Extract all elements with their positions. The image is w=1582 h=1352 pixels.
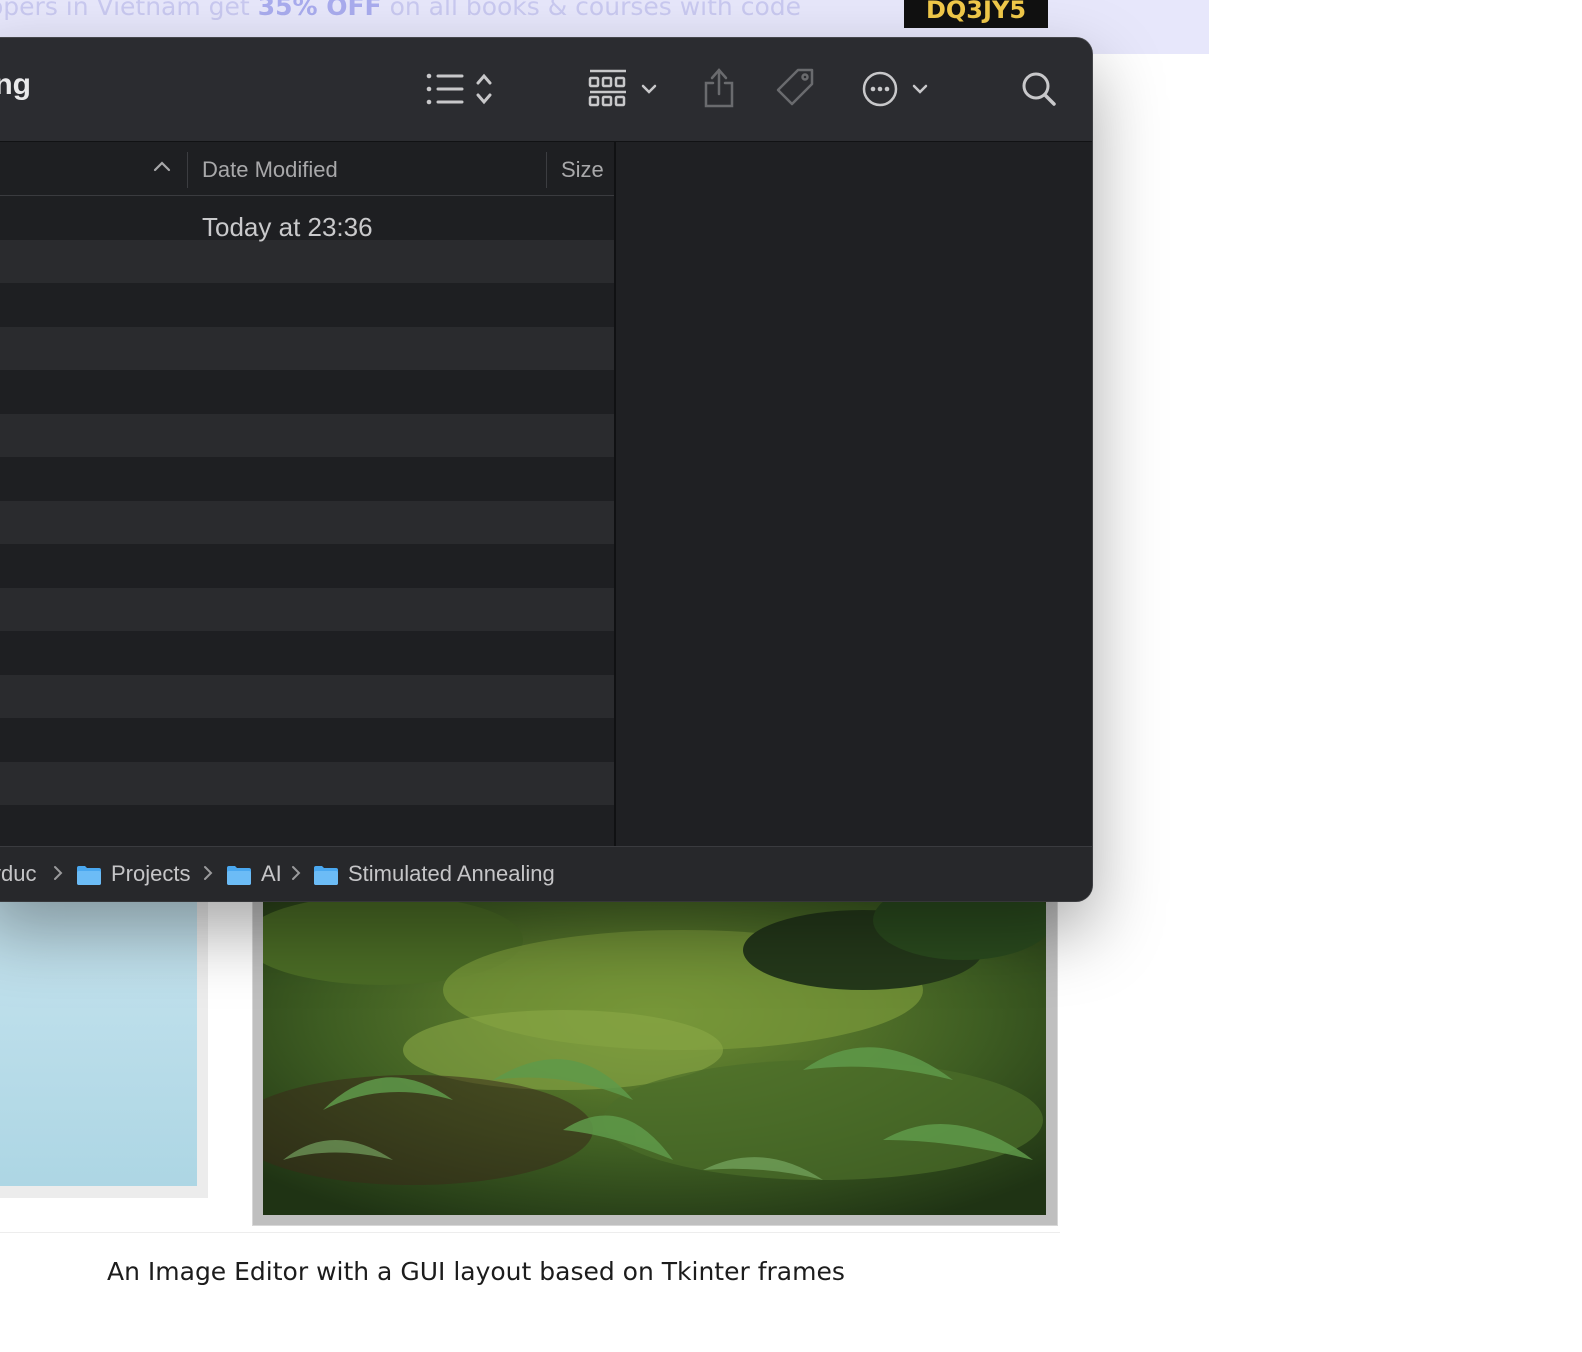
table-row <box>0 326 615 370</box>
search-icon[interactable] <box>1020 66 1060 112</box>
chevron-right-icon <box>291 864 301 887</box>
table-row <box>0 761 615 805</box>
table-row <box>0 805 615 846</box>
path-bar: yduc Projects AI Stimulated Annealing <box>0 846 1092 901</box>
folder-icon <box>313 864 339 891</box>
window-title: ing <box>0 68 31 101</box>
forest-image <box>263 880 1046 1215</box>
path-item-stimulated-annealing[interactable]: Stimulated Annealing <box>348 861 555 887</box>
path-item-ai[interactable]: AI <box>261 861 282 887</box>
finder-window[interactable]: ing <box>0 38 1092 901</box>
column-separator[interactable] <box>187 152 188 188</box>
table-row <box>0 239 615 283</box>
table-row <box>0 457 615 501</box>
column-size[interactable]: Size <box>561 157 604 183</box>
tag-icon[interactable] <box>774 66 818 112</box>
promo-highlight: 35% OFF <box>257 0 382 21</box>
table-row <box>0 500 615 544</box>
sort-ascending-icon[interactable] <box>152 158 172 179</box>
table-row <box>0 631 615 675</box>
caption-divider <box>0 1232 1060 1233</box>
grid-icon[interactable] <box>588 66 662 112</box>
column-header: Date Modified Size <box>0 142 615 196</box>
column-separator[interactable] <box>546 152 547 188</box>
table-row <box>0 544 615 588</box>
path-item-user[interactable]: yduc <box>0 861 36 887</box>
column-date-modified[interactable]: Date Modified <box>202 157 338 183</box>
share-icon[interactable] <box>702 66 736 112</box>
table-row <box>0 370 615 414</box>
folder-icon <box>226 864 252 891</box>
list-icon[interactable] <box>424 66 500 112</box>
promo-text: opers in Vietnam get 35% OFF on all book… <box>0 0 801 21</box>
table-row <box>0 718 615 762</box>
chevron-right-icon <box>53 864 63 887</box>
coupon-code[interactable]: DQ3JY5 <box>904 0 1048 28</box>
row-date-modified: Today at 23:36 <box>202 212 373 242</box>
image-caption: An Image Editor with a GUI layout based … <box>107 1257 845 1286</box>
ellipsis-circle-icon[interactable] <box>862 66 934 112</box>
folder-icon <box>76 864 102 891</box>
table-row <box>0 587 615 631</box>
table-row <box>0 283 615 327</box>
table-row <box>0 674 615 718</box>
screenshot-panel <box>0 880 197 1186</box>
table-row <box>0 413 615 457</box>
preview-pane <box>616 142 1092 846</box>
file-list[interactable]: Today at 23:36 <box>0 196 615 846</box>
path-item-projects[interactable]: Projects <box>111 861 190 887</box>
finder-toolbar: ing <box>0 38 1092 142</box>
chevron-right-icon <box>203 864 213 887</box>
